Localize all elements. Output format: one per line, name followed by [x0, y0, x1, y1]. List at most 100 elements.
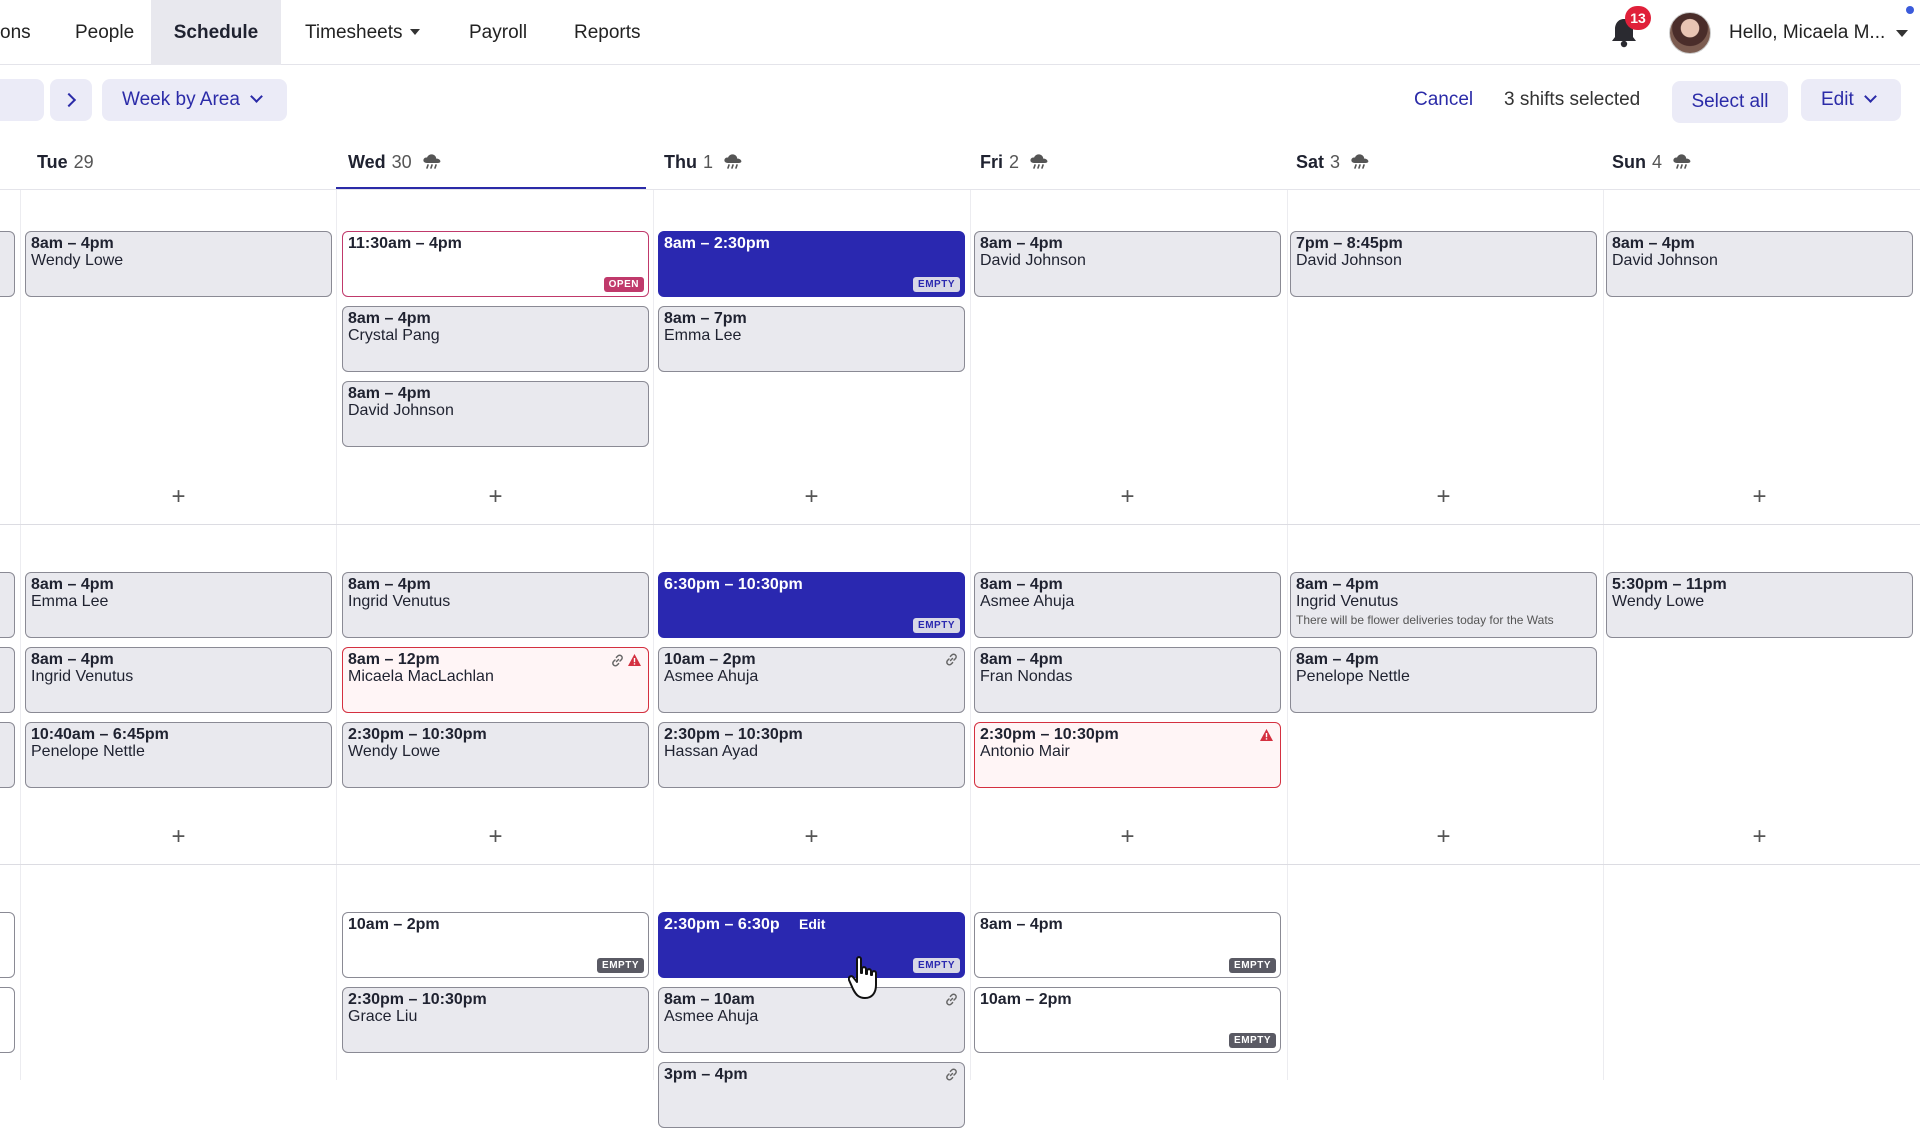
- day-number: 29: [73, 152, 94, 172]
- plus-icon[interactable]: +: [1432, 485, 1456, 509]
- rain-cloud-icon: [1672, 153, 1692, 174]
- shift-card[interactable]: 8am – 4pm Fran Nondas: [974, 647, 1281, 713]
- shift-card[interactable]: 8am – 4pm EMPTY: [974, 912, 1281, 978]
- nav-item-reports[interactable]: Reports: [549, 0, 666, 65]
- shift-card-selected[interactable]: 2:30pm – 6:30p EMPTY Edit: [658, 912, 965, 978]
- shift-card[interactable]: 2:30pm – 10:30pm Grace Liu: [342, 987, 649, 1053]
- shift-card[interactable]: 2:30pm – 10:30pm Wendy Lowe: [342, 722, 649, 788]
- day-header-thu[interactable]: Thu 1: [652, 134, 952, 190]
- shift-card-partial[interactable]: [0, 572, 15, 638]
- shift-card[interactable]: 3pm – 4pm: [658, 1062, 965, 1128]
- shift-employee: Ingrid Venutus: [1296, 593, 1399, 610]
- shift-card[interactable]: 8am – 4pm David Johnson: [974, 231, 1281, 297]
- shift-card-partial[interactable]: [0, 987, 15, 1053]
- shift-card-partial[interactable]: [0, 647, 15, 713]
- edit-dropdown[interactable]: Edit: [1801, 79, 1901, 121]
- toolbar: Week by Area Cancel 3 shifts selected Se…: [0, 66, 1920, 134]
- day-number: 1: [703, 152, 714, 172]
- plus-icon[interactable]: +: [800, 825, 824, 849]
- shift-employee: Micaela MacLachlan: [348, 668, 494, 685]
- day-header-sun[interactable]: Sun 4: [1600, 134, 1900, 190]
- select-all-button[interactable]: Select all: [1672, 81, 1788, 123]
- shift-time: 8am – 4pm: [348, 576, 431, 593]
- rain-cloud-icon: [1029, 153, 1049, 174]
- plus-icon[interactable]: +: [167, 485, 191, 509]
- next-week-button[interactable]: [50, 79, 92, 121]
- header-divider: [0, 189, 1920, 190]
- nav-item-ons[interactable]: ons: [0, 0, 56, 65]
- shift-card[interactable]: 8am – 4pm David Johnson: [1606, 231, 1913, 297]
- shift-time: 2:30pm – 10:30pm: [980, 726, 1119, 743]
- shift-time: 8am – 4pm: [31, 235, 114, 252]
- shift-card[interactable]: 8am – 4pm Penelope Nettle: [1290, 647, 1597, 713]
- plus-icon[interactable]: +: [1432, 825, 1456, 849]
- shift-card[interactable]: 8am – 4pm Ingrid Venutus: [342, 572, 649, 638]
- plus-icon[interactable]: +: [1748, 485, 1772, 509]
- shift-card-selected[interactable]: 8am – 2:30pm EMPTY: [658, 231, 965, 297]
- shift-card[interactable]: 8am – 4pm Emma Lee: [25, 572, 332, 638]
- shift-card[interactable]: 8am – 4pm Wendy Lowe: [25, 231, 332, 297]
- shift-time: 8am – 10am: [664, 991, 755, 1008]
- chevron-down-icon: [1863, 90, 1877, 103]
- shift-time: 10am – 2pm: [664, 651, 756, 668]
- day-number: 3: [1330, 152, 1341, 172]
- shift-card-partial[interactable]: [0, 231, 15, 297]
- column-divider: [653, 524, 654, 864]
- shift-employee: Hassan Ayad: [664, 743, 758, 760]
- shift-card[interactable]: 8am – 4pm Crystal Pang: [342, 306, 649, 372]
- nav-item-schedule[interactable]: Schedule: [151, 0, 281, 65]
- shift-card[interactable]: 8am – 10am Asmee Ahuja: [658, 987, 965, 1053]
- date-range-button[interactable]: [0, 79, 44, 121]
- shift-card[interactable]: 10am – 2pm EMPTY: [342, 912, 649, 978]
- chevron-down-icon[interactable]: [1896, 30, 1908, 37]
- column-divider: [336, 190, 337, 524]
- plus-icon[interactable]: +: [484, 485, 508, 509]
- shift-employee: David Johnson: [348, 402, 454, 419]
- shift-card[interactable]: 8am – 7pm Emma Lee: [658, 306, 965, 372]
- shift-card[interactable]: 8am – 4pm David Johnson: [342, 381, 649, 447]
- view-dropdown[interactable]: Week by Area: [102, 79, 287, 121]
- shift-time: 8am – 4pm: [1296, 651, 1379, 668]
- plus-icon[interactable]: +: [1116, 485, 1140, 509]
- shift-time: 10am – 2pm: [348, 916, 440, 933]
- shift-card[interactable]: 8am – 4pm Ingrid Venutus There will be flo…: [1290, 572, 1597, 638]
- shift-time: 3pm – 4pm: [664, 1066, 748, 1083]
- plus-icon[interactable]: +: [484, 825, 508, 849]
- column-divider: [1603, 190, 1604, 524]
- nav-item-timesheets[interactable]: Timesheets: [280, 0, 445, 65]
- plus-icon[interactable]: +: [1116, 825, 1140, 849]
- shift-card[interactable]: 8am – 4pm Asmee Ahuja: [974, 572, 1281, 638]
- day-header-wed[interactable]: Wed 30: [336, 134, 646, 190]
- day-header-sat[interactable]: Sat 3: [1284, 134, 1584, 190]
- shift-card[interactable]: 8am – 4pm Ingrid Venutus: [25, 647, 332, 713]
- shift-card[interactable]: 10am – 2pm Asmee Ahuja: [658, 647, 965, 713]
- column-divider: [1287, 864, 1288, 1080]
- shift-card[interactable]: 10am – 2pm EMPTY: [974, 987, 1281, 1053]
- shift-card[interactable]: 2:30pm – 10:30pm Hassan Ayad: [658, 722, 965, 788]
- shift-card[interactable]: 5:30pm – 11pm Wendy Lowe: [1606, 572, 1913, 638]
- shift-time: 8am – 7pm: [664, 310, 747, 327]
- shift-card[interactable]: 11:30am – 4pm OPEN: [342, 231, 649, 297]
- shift-card[interactable]: 7pm – 8:45pm David Johnson: [1290, 231, 1597, 297]
- shift-card-selected[interactable]: 6:30pm – 10:30pm EMPTY: [658, 572, 965, 638]
- shift-card[interactable]: 2:30pm – 10:30pm Antonio Mair: [974, 722, 1281, 788]
- column-divider: [336, 864, 337, 1080]
- cancel-button[interactable]: Cancel: [1414, 66, 1473, 134]
- day-header-tue[interactable]: Tue 29: [12, 134, 312, 190]
- shift-card-partial[interactable]: [0, 912, 15, 978]
- nav-item-payroll[interactable]: Payroll: [444, 0, 552, 65]
- day-header-fri[interactable]: Fri 2: [968, 134, 1268, 190]
- shift-time: 8am – 4pm: [31, 576, 114, 593]
- shift-time: 8am – 4pm: [1296, 576, 1379, 593]
- plus-icon[interactable]: +: [1748, 825, 1772, 849]
- shift-card[interactable]: 10:40am – 6:45pm Penelope Nettle: [25, 722, 332, 788]
- shift-card-partial[interactable]: [0, 722, 15, 788]
- chevron-right-icon: [61, 92, 77, 108]
- shift-card[interactable]: 8am – 12pm Micaela MacLachlan: [342, 647, 649, 713]
- plus-icon[interactable]: +: [167, 825, 191, 849]
- edit-hover-label[interactable]: Edit: [799, 916, 825, 933]
- nav-item-people[interactable]: People: [50, 0, 159, 65]
- user-greeting[interactable]: Hello, Micaela M...: [1729, 0, 1885, 65]
- plus-icon[interactable]: +: [800, 485, 824, 509]
- avatar[interactable]: [1669, 12, 1711, 54]
